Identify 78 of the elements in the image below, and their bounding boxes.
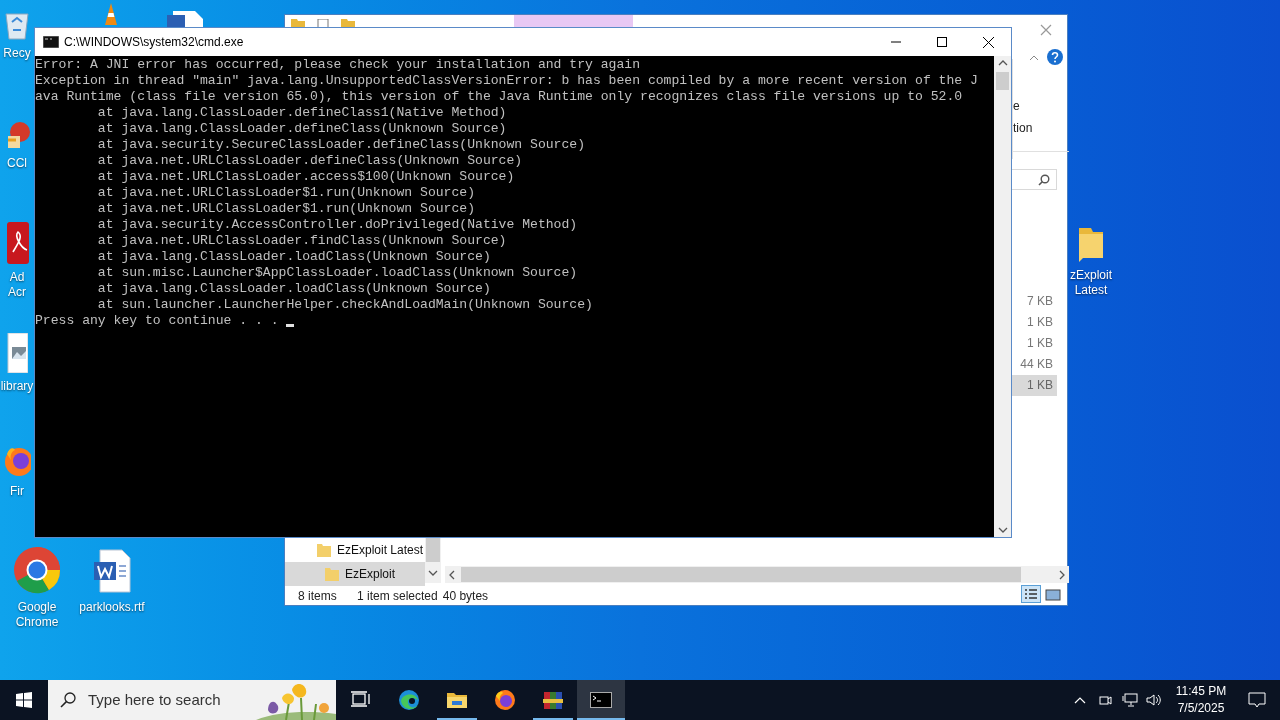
icon-label[interactable]: library	[0, 379, 34, 394]
edge-browser-icon	[398, 689, 420, 711]
status-text: 1 item selected	[357, 588, 438, 605]
search-bar[interactable]: Type here to search	[48, 680, 336, 720]
search-field[interactable]: Type here to search	[88, 688, 248, 712]
scrollbar-thumb[interactable]	[426, 538, 440, 562]
search-icon	[60, 692, 76, 708]
folder-icon	[325, 567, 339, 581]
file-size-cell[interactable]: 7 KB	[1012, 291, 1057, 312]
icon-label[interactable]: Google Chrome	[8, 600, 66, 630]
ribbon-label-fragment: e	[1013, 98, 1021, 115]
pdf-app-icon[interactable]	[5, 222, 29, 264]
ribbon-label-fragment: tion	[1013, 120, 1033, 137]
icon-label[interactable]: CCl	[7, 156, 27, 171]
console-output-line: at java.net.URLClassLoader$1.run(Unknown Source)	[96, 201, 477, 217]
scrollbar-thumb[interactable]	[461, 567, 1021, 582]
document-icon[interactable]	[167, 11, 203, 27]
window-title: C:\WINDOWS\system32\cmd.exe	[64, 34, 245, 51]
help-icon[interactable]	[1047, 49, 1063, 65]
file-size-cell[interactable]: 44 KB	[1012, 354, 1057, 375]
console-icon	[590, 689, 612, 711]
file-size-cell[interactable]: 1 KB	[1012, 375, 1057, 396]
books-stack-icon	[542, 689, 564, 711]
volume-icon[interactable]	[1146, 693, 1162, 707]
console-prompt: Press any key to continue . . .	[35, 313, 279, 329]
nav-pane-item[interactable]: EzExploit	[285, 562, 425, 586]
console-icon	[43, 36, 59, 48]
chevron-down-icon[interactable]	[997, 527, 1008, 533]
console-output-line: at java.net.URLClassLoader.findClass(Unknown Source)	[96, 233, 508, 249]
console-output-line: at java.security.SecureClassLoader.defineClass(Unknown Source)	[96, 137, 587, 153]
fox-globe-icon	[494, 689, 516, 711]
chevron-up-icon[interactable]	[997, 60, 1008, 66]
icon-label[interactable]: Ad Acr	[0, 270, 34, 300]
taskbar-app-button[interactable]	[577, 680, 625, 720]
chevron-right-icon[interactable]	[1059, 569, 1065, 580]
console-output-line: at java.lang.ClassLoader.defineClass(Unknown Source)	[96, 121, 508, 137]
windows-logo-icon	[16, 692, 32, 708]
picture-frame-icon	[1044, 586, 1062, 602]
console-output-line: Error: A JNI error has occurred, please check your installation and try again	[35, 57, 642, 73]
console-output-line: at java.net.URLClassLoader$1.run(Unknown Source)	[96, 185, 477, 201]
icon-label[interactable]: Fir	[10, 484, 24, 499]
close-icon[interactable]	[1040, 24, 1052, 36]
search-icon	[1038, 173, 1050, 186]
console-output-line: at java.lang.ClassLoader.defineClass1(Native Method)	[96, 105, 508, 121]
console-output-line: at java.lang.ClassLoader.loadClass(Unknown Source)	[96, 281, 492, 297]
clock[interactable]: 11:45 PM 7/5/2025	[1170, 680, 1232, 720]
details-view-button[interactable]	[1021, 585, 1041, 603]
horizontal-scrollbar[interactable]	[445, 566, 1069, 583]
console-output-line: at sun.launcher.LauncherHelper.checkAndLoadMain(Unknown Source)	[96, 297, 594, 313]
maximize-icon	[937, 37, 947, 47]
folder-icon	[317, 543, 331, 557]
notification-icon[interactable]	[1248, 692, 1266, 708]
chrome-browser-icon[interactable]	[13, 546, 61, 594]
file-size-cell[interactable]: 1 KB	[1012, 333, 1057, 354]
scrollbar[interactable]	[994, 56, 1011, 537]
image-file-icon[interactable]	[6, 333, 28, 373]
status-text: 8 items	[298, 588, 338, 605]
word-document-icon[interactable]	[92, 548, 132, 594]
console-output-line: at java.net.URLClassLoader.defineClass(Unknown Source)	[96, 153, 524, 169]
console-output-line: at java.net.URLClassLoader.access$100(Unknown Source)	[96, 169, 516, 185]
chevron-left-icon[interactable]	[449, 569, 455, 580]
status-text: 40 bytes	[442, 588, 489, 605]
scrollbar-thumb[interactable]	[996, 72, 1009, 90]
console-output-line: at java.lang.ClassLoader.loadClass(Unknown Source)	[96, 249, 492, 265]
console-output-line: at java.security.AccessController.doPrivileged(Native Method)	[96, 217, 579, 233]
camera-icon[interactable]	[1098, 693, 1112, 707]
file-size-cell[interactable]: 1 KB	[1012, 312, 1057, 333]
close-icon	[982, 36, 994, 48]
chevron-down-icon[interactable]	[428, 570, 438, 576]
nav-pane-item[interactable]: EzExploit Latest	[285, 538, 425, 562]
icon-label[interactable]: zExploit Latest	[1068, 268, 1114, 298]
text-cursor	[286, 324, 295, 327]
list-icon	[1022, 586, 1040, 602]
console-output-line: at sun.misc.Launcher$AppClassLoader.loadClass(Unknown Source)	[96, 265, 579, 281]
icon-label[interactable]: parklooks.rtf	[79, 600, 145, 615]
icon-label[interactable]: Recy	[3, 46, 31, 61]
network-icon[interactable]	[1122, 693, 1138, 707]
scrollbar[interactable]	[425, 538, 441, 583]
